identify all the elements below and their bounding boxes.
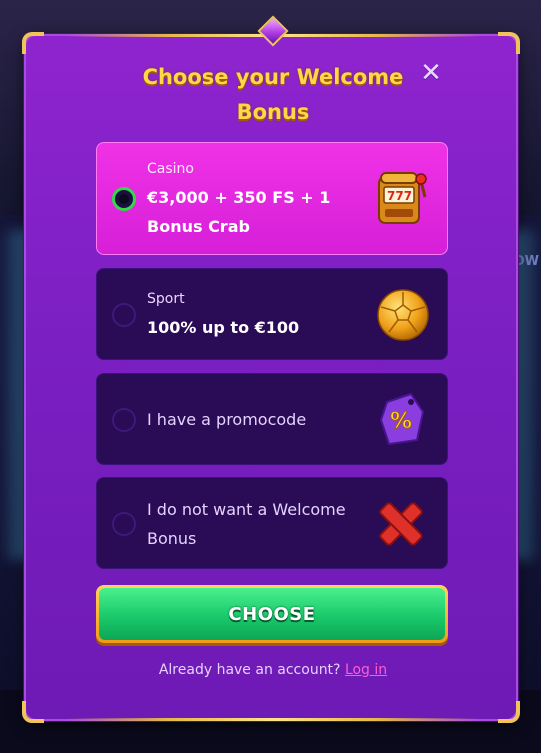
close-icon[interactable]: ✕	[418, 60, 444, 86]
red-x-icon	[379, 502, 423, 546]
option-text: 100% up to €100	[147, 318, 300, 337]
svg-text:777: 777	[387, 189, 412, 203]
radio-button[interactable]	[112, 512, 136, 536]
corner-ornament	[498, 701, 520, 723]
corner-ornament	[22, 32, 44, 54]
modal-title: Choose your Welcome Bonus	[142, 65, 404, 124]
bonus-option-no-bonus[interactable]: I do not want a Welcome Bonus	[96, 477, 448, 569]
percent-tag-icon: %	[379, 392, 425, 446]
corner-ornament	[498, 32, 520, 54]
login-prompt: Already have an account? Log in	[26, 662, 520, 678]
radio-button[interactable]	[112, 408, 136, 432]
option-category: Casino	[147, 161, 194, 177]
option-text: I do not want a Welcome Bonus	[147, 500, 346, 548]
svg-text:%: %	[390, 409, 412, 434]
corner-ornament	[22, 701, 44, 723]
bonus-option-casino[interactable]: Casino €3,000 + 350 FS + 1 Bonus Crab 77…	[96, 142, 448, 255]
welcome-bonus-modal: Choose your Welcome Bonus ✕ Casino €3,00…	[22, 15, 520, 723]
choose-button[interactable]: CHOOSE	[96, 585, 448, 643]
soccer-ball-icon	[377, 289, 429, 341]
login-question: Already have an account?	[158, 662, 341, 678]
radio-button[interactable]	[112, 187, 136, 211]
bonus-option-promocode[interactable]: I have a promocode %	[96, 373, 448, 465]
choose-button-label: CHOOSE	[99, 588, 445, 640]
option-category: Sport	[147, 291, 185, 307]
radio-button[interactable]	[112, 303, 136, 327]
login-link[interactable]: Log in	[345, 662, 387, 678]
option-text: I have a promocode	[147, 410, 307, 429]
option-text: €3,000 + 350 FS + 1 Bonus Crab	[147, 188, 331, 236]
modal-bottom-trim	[66, 718, 480, 721]
bonus-option-sport[interactable]: Sport 100% up to €100	[96, 268, 448, 360]
slot-machine-icon: 777	[378, 172, 427, 224]
